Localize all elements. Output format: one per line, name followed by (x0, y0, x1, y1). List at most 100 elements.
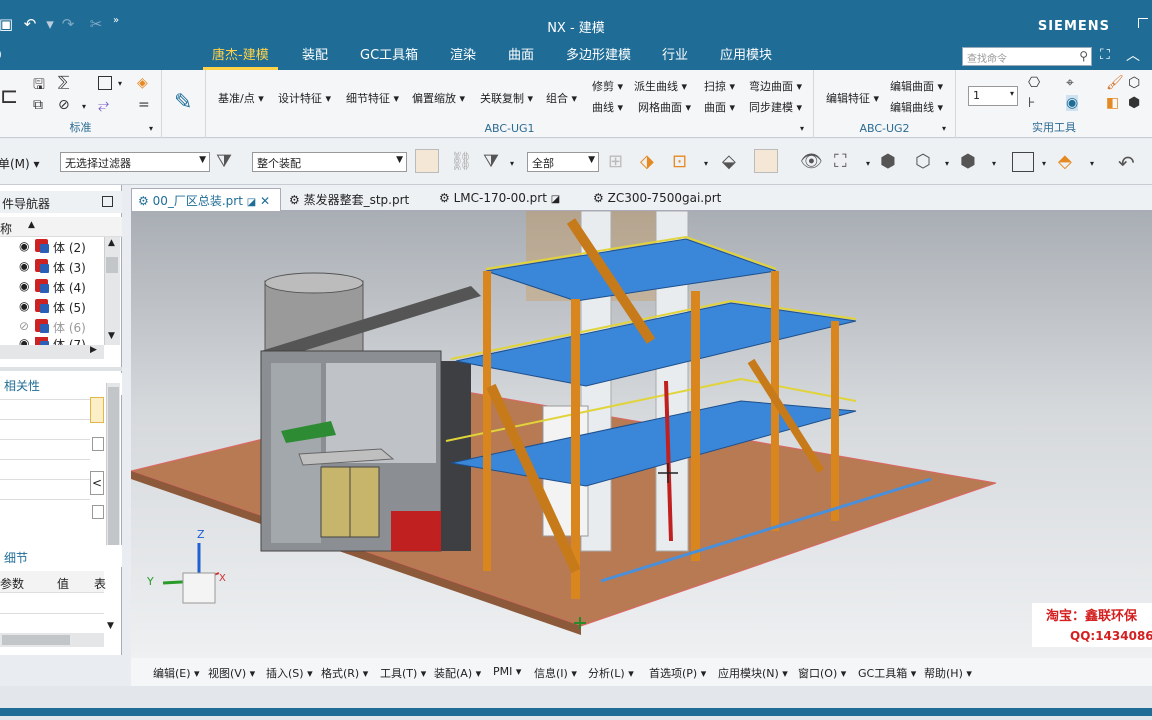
filter-funnel-icon[interactable]: ⧩ (483, 151, 499, 172)
tree-row[interactable]: ◉ 体 (7) (0, 337, 104, 345)
layer-icon[interactable]: ◈ (137, 75, 148, 91)
menu-dropdown[interactable]: 单(M) ▾ (0, 155, 40, 172)
open-folder-icon[interactable]: ⊏ (0, 84, 18, 109)
visible-eye-icon[interactable]: ◉ (19, 299, 29, 313)
menu-gc-toolbox[interactable]: GC工具箱 ▾ (858, 665, 916, 681)
surface-menu[interactable]: 曲面 ▾ (704, 99, 735, 115)
tab-surface[interactable]: 曲面 (499, 44, 543, 70)
maximize-icon[interactable] (1138, 18, 1148, 28)
graphics-viewport[interactable]: Z Y X (129, 210, 1152, 658)
navigator-hscroll[interactable]: ▶ (0, 345, 104, 359)
save-file-icon[interactable]: 🖫 (33, 74, 45, 98)
menu-analysis[interactable]: 分析(L) ▾ (588, 665, 634, 681)
section-view-icon[interactable]: ⬙ (722, 151, 736, 172)
sketch-icon[interactable]: ✎ (174, 90, 192, 115)
visible-eye-icon[interactable]: ◉ (19, 259, 29, 273)
mesh-surface-menu[interactable]: 网格曲面 ▾ (638, 99, 691, 115)
edit-curve-menu[interactable]: 编辑曲线 ▾ (890, 99, 943, 115)
fit-view-icon[interactable]: ⛶ (834, 151, 847, 172)
synchronous-modeling-menu[interactable]: 同步建模 ▾ (749, 99, 802, 115)
edit-section-icon[interactable]: ⬘ (1058, 151, 1072, 172)
standard-group-menu-icon[interactable]: ▾ (149, 124, 153, 133)
navigator-column-header[interactable]: 称 ▲ (0, 217, 122, 237)
scroll-right-icon[interactable]: ▶ (90, 345, 97, 355)
dependency-plus-icon[interactable] (92, 505, 104, 519)
combine-menu[interactable]: 组合 ▾ (546, 90, 577, 106)
background-icon[interactable] (1012, 152, 1034, 172)
layer-spinner-dropdown-icon[interactable]: ▾ (1010, 89, 1014, 98)
details-section-header[interactable]: 细节 (0, 545, 122, 567)
splitter[interactable] (0, 367, 122, 371)
visible-eye-icon[interactable]: ◉ (19, 239, 29, 253)
scroll-thumb[interactable] (108, 387, 119, 547)
tree-row[interactable]: ◉ 体 (3) (0, 257, 104, 277)
equals-icon[interactable]: = (138, 97, 150, 113)
orient-icon[interactable]: ⌖ (1066, 75, 1074, 91)
scroll-up-icon[interactable]: ▲ (108, 238, 115, 248)
offset-scale-menu[interactable]: 偏置缩放 ▾ (412, 90, 465, 106)
select-component-icon[interactable] (415, 149, 439, 173)
measure-icon[interactable]: ⬡ (1128, 75, 1140, 91)
selection-scope-select[interactable]: 整个装配 ▼ (252, 152, 407, 172)
panel-restore-icon[interactable] (102, 196, 113, 207)
tab-render[interactable]: 渲染 (441, 44, 485, 70)
object-display-icon[interactable]: ◧ (1106, 95, 1119, 111)
menu-window[interactable]: 窗口(O) ▾ (798, 665, 846, 681)
visible-eye-icon[interactable]: ◉ (19, 279, 29, 293)
orient-view-icon[interactable]: ⬢ (960, 151, 976, 172)
move-object-icon[interactable]: ⎔ (1028, 75, 1040, 91)
flange-surface-menu[interactable]: 弯边曲面 ▾ (749, 78, 802, 94)
link-icon[interactable]: ⥂ (98, 97, 109, 113)
doc-tab-plant-assembly[interactable]: ⚙ 00_厂区总装.prt ◪ ✕ (131, 188, 281, 211)
dependency-vscroll[interactable] (106, 383, 120, 555)
funnel-dropdown-icon[interactable]: ▾ (510, 159, 514, 168)
tab-polygon-modeling[interactable]: 多边形建模 (557, 44, 640, 70)
sweep-menu[interactable]: 扫掠 ▾ (704, 78, 735, 94)
menu-pmi[interactable]: PMI ▾ (493, 665, 521, 678)
dependency-section-header[interactable]: 相关性 (0, 373, 122, 395)
edit-surface-menu[interactable]: 编辑曲面 ▾ (890, 78, 943, 94)
render-style-icon[interactable]: ⬡ (915, 151, 931, 172)
visible-eye-icon[interactable]: ◉ (19, 337, 29, 345)
tab-gc-toolbox[interactable]: GC工具箱 (351, 44, 427, 70)
scroll-down-icon[interactable]: ▼ (108, 331, 115, 341)
sort-ascending-icon[interactable]: ▲ (28, 220, 35, 230)
tree-row[interactable]: ◉ 体 (4) (0, 277, 104, 297)
doc-tab-lmc[interactable]: ⚙ LMC-170-00.prt ◪ (433, 188, 566, 211)
dependency-check-icon[interactable] (92, 437, 104, 451)
navigator-vscroll[interactable]: ▲ ▼ (104, 237, 120, 345)
square-dropdown-icon[interactable]: ▾ (118, 79, 122, 88)
scroll-thumb[interactable] (106, 257, 118, 273)
menu-assembly[interactable]: 装配(A) ▾ (434, 665, 481, 681)
tree-row[interactable]: ◉ 体 (2) (0, 237, 104, 257)
menu-format[interactable]: 格式(R) ▾ (321, 665, 368, 681)
search-icon[interactable]: ⚲ (1079, 49, 1088, 63)
filter-x-icon[interactable]: ⅀ (58, 74, 69, 90)
dependency-wrench-icon[interactable] (90, 397, 104, 423)
ug1-group-menu-icon[interactable]: ▾ (800, 124, 804, 133)
menu-insert[interactable]: 插入(S) ▾ (266, 665, 313, 681)
point-on-square-icon[interactable]: ⊡ (672, 151, 687, 172)
shaded-cube-icon[interactable]: ⬢ (880, 151, 896, 172)
menu-preferences[interactable]: 首选项(P) ▾ (649, 665, 706, 681)
tab-tangjie-modeling[interactable]: 唐杰-建模 (203, 44, 278, 70)
menu-edit[interactable]: 编辑(E) ▾ (153, 665, 200, 681)
filter-reset-icon[interactable]: ⧩ (216, 151, 232, 172)
curve-menu[interactable]: 曲线 ▾ (592, 99, 623, 115)
zoom-eye-icon[interactable]: 👁 (800, 151, 823, 172)
datum-point-menu[interactable]: 基准/点 ▾ (218, 90, 264, 106)
wireframe-box-icon[interactable] (754, 149, 778, 173)
tree-row[interactable]: ◉ 体 (5) (0, 297, 104, 317)
section-dropdown-icon[interactable]: ▾ (1090, 159, 1094, 168)
menu-help[interactable]: 帮助(H) ▾ (924, 665, 972, 681)
paint-brush-icon[interactable]: 🖌 (1106, 75, 1124, 91)
undo-list-icon[interactable]: ↶ (1118, 151, 1135, 175)
associative-copy-menu[interactable]: 关联复制 ▾ (480, 90, 533, 106)
type-filter-select[interactable]: 全部 ▼ (527, 152, 599, 172)
square-icon[interactable] (98, 76, 112, 90)
hide-dropdown-icon[interactable]: ▾ (82, 102, 86, 111)
doc-tab-zc300[interactable]: ⚙ ZC300-7500gai.prt (587, 188, 727, 211)
menu-tools[interactable]: 工具(T) ▾ (380, 665, 426, 681)
trim-menu[interactable]: 修剪 ▾ (592, 78, 623, 94)
menu-info[interactable]: 信息(I) ▾ (534, 665, 577, 681)
